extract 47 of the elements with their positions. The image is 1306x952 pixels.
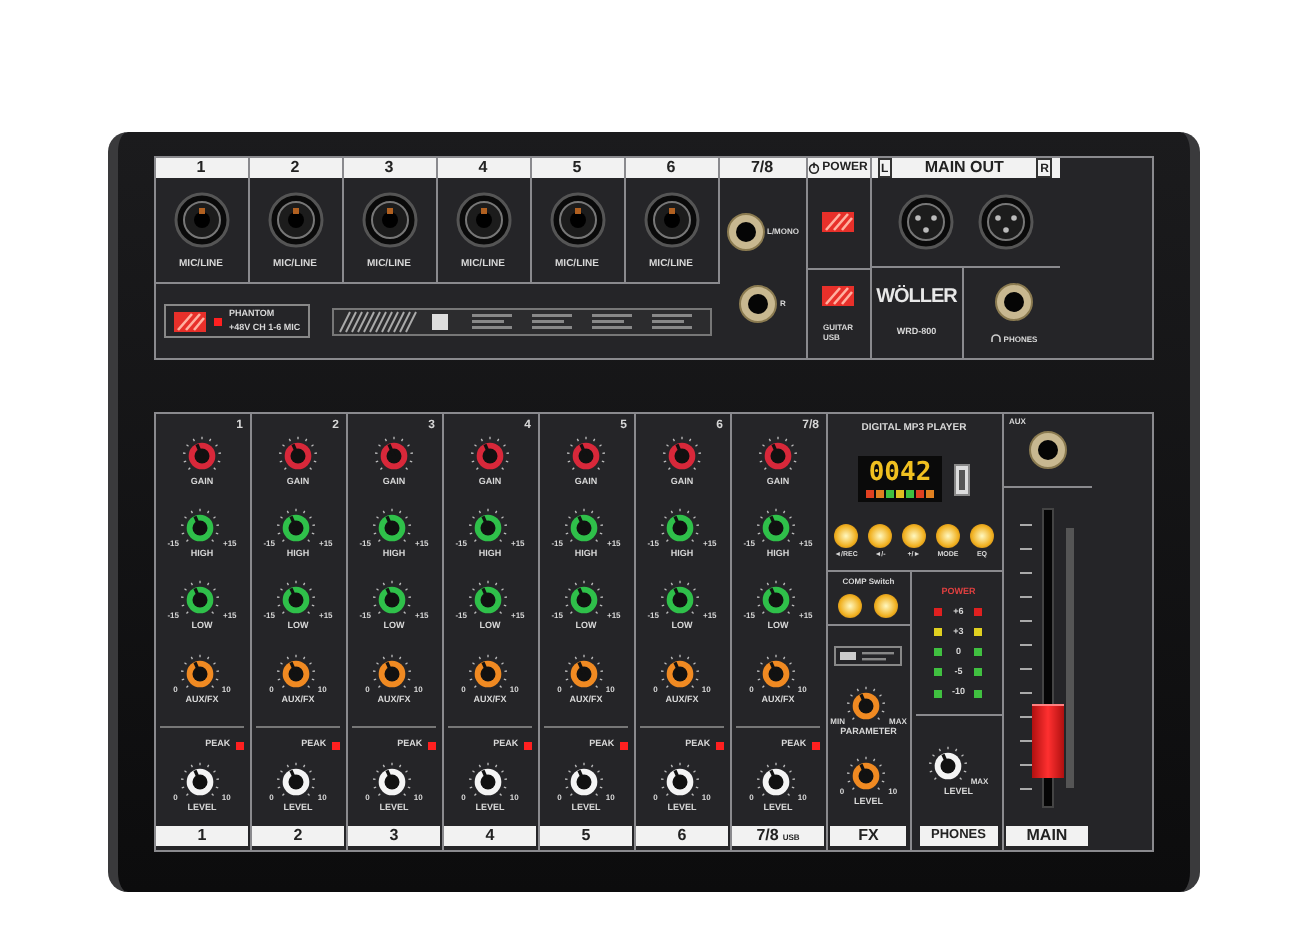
rocker-switch-icon[interactable] <box>173 311 205 331</box>
combo-jack-icon[interactable] <box>453 189 513 250</box>
combo-jack-icon[interactable] <box>359 189 419 250</box>
comp-button[interactable] <box>838 593 863 618</box>
player-button[interactable] <box>902 524 926 549</box>
brand-logo: WÖLLER <box>876 288 957 309</box>
jack-socket-icon[interactable] <box>1027 430 1067 470</box>
channel-number: 6 <box>636 826 728 846</box>
player-button[interactable] <box>970 524 994 549</box>
player-button[interactable] <box>868 524 892 549</box>
channel-number: 5 <box>540 826 632 846</box>
channel-number: 7/8 <box>719 158 805 178</box>
usb-port-icon <box>954 463 970 496</box>
rocker-switch-icon[interactable] <box>822 286 854 306</box>
fx-preset-drawing <box>834 645 903 666</box>
xlr-jack-icon[interactable] <box>895 192 955 252</box>
combo-jack-icon[interactable] <box>547 189 607 250</box>
channel-number: 2 <box>252 826 344 846</box>
rocker-switch-icon[interactable] <box>822 212 854 233</box>
channel-number: 4 <box>437 158 529 178</box>
spectrum-drawing <box>866 490 934 499</box>
headphones-icon <box>989 334 1002 345</box>
channel-number: 6 <box>625 158 717 178</box>
combo-jack-icon[interactable] <box>171 189 231 250</box>
power-icon <box>808 162 821 174</box>
combo-jack-icon[interactable] <box>265 189 325 250</box>
channel-number: 3 <box>343 158 435 178</box>
section-label: FX <box>830 826 907 846</box>
channel-number: 1 <box>156 826 248 846</box>
comp-button[interactable] <box>874 593 899 618</box>
jack-socket-icon[interactable] <box>725 211 765 252</box>
combo-jack-icon[interactable] <box>641 189 701 250</box>
fader-cap[interactable] <box>1031 703 1063 778</box>
channel-number: 3 <box>348 826 440 846</box>
channel-number: 2 <box>249 158 341 178</box>
channel-number: 5 <box>531 158 623 178</box>
display-screen: 0042 <box>858 456 942 503</box>
player-button[interactable] <box>834 524 858 549</box>
fx-knob[interactable] <box>846 685 887 725</box>
xlr-jack-icon[interactable] <box>975 192 1035 252</box>
main-out-label: MAIN OUT <box>924 158 1004 178</box>
channel-number: 4 <box>444 826 536 846</box>
channel-number: 1 <box>155 158 247 178</box>
jack-socket-icon[interactable] <box>738 284 779 325</box>
player-button[interactable] <box>936 524 960 549</box>
jack-socket-icon[interactable] <box>993 281 1034 322</box>
section-label: MAIN <box>1006 826 1088 846</box>
